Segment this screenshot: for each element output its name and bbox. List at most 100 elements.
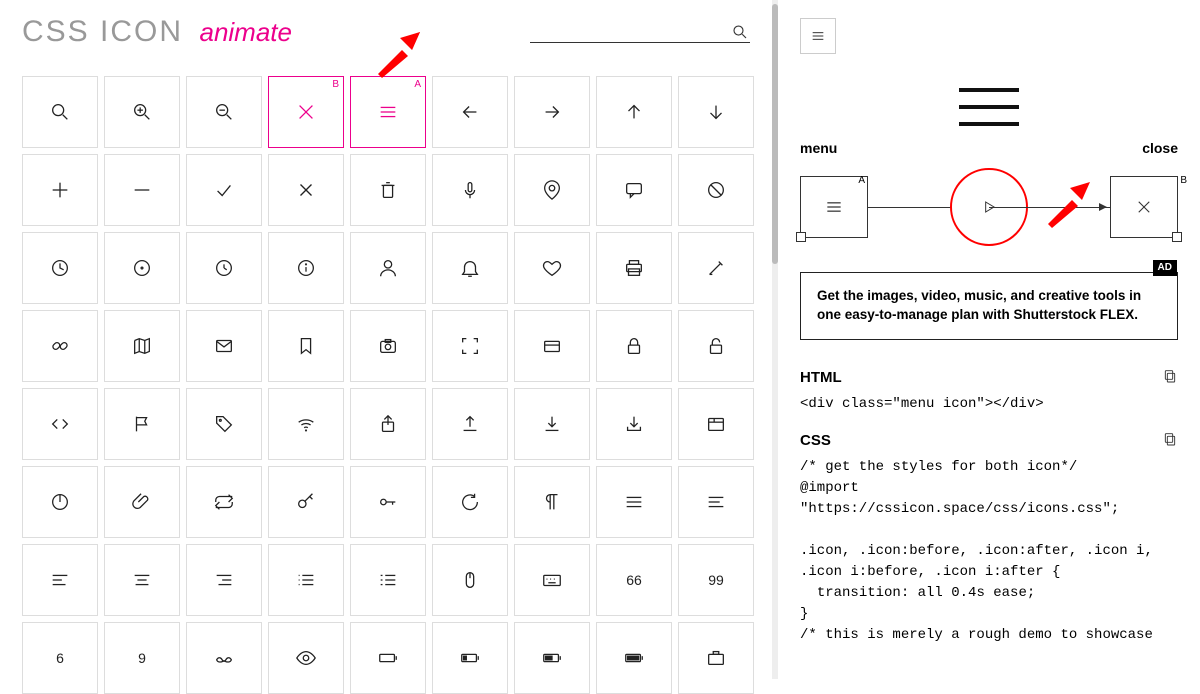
icon-cell-bookmark[interactable]: [268, 310, 344, 382]
icon-cell-align-right[interactable]: [186, 544, 262, 616]
search-field[interactable]: [530, 22, 750, 43]
icon-cell-card[interactable]: [514, 310, 590, 382]
icon-cell-list[interactable]: [268, 544, 344, 616]
tag-icon: [213, 413, 235, 435]
icon-cell-briefcase[interactable]: [678, 622, 754, 694]
icon-cell-tab[interactable]: [678, 388, 754, 460]
icon-cell-pin[interactable]: [514, 154, 590, 226]
icon-cell-share[interactable]: [350, 388, 426, 460]
icon-cell-moustache[interactable]: [186, 622, 262, 694]
icon-cell-close[interactable]: B: [268, 76, 344, 148]
icon-cell-comment[interactable]: [596, 154, 672, 226]
icon-cell-link[interactable]: [22, 310, 98, 382]
search-icon[interactable]: [730, 22, 750, 42]
icon-cell-arrow-down[interactable]: [678, 76, 754, 148]
icon-cell-arrow-right[interactable]: [514, 76, 590, 148]
comment-icon: [623, 179, 645, 201]
icon-cell-battery-mid[interactable]: [514, 622, 590, 694]
icon-cell-battery-low[interactable]: [432, 622, 508, 694]
animate-link[interactable]: animate: [199, 17, 292, 47]
from-icon-box[interactable]: A: [800, 176, 868, 238]
icon-cell-mic[interactable]: [432, 154, 508, 226]
icon-cell-unlock[interactable]: [678, 310, 754, 382]
icon-cell-pilcrow[interactable]: [514, 466, 590, 538]
icon-cell-plus[interactable]: [22, 154, 98, 226]
to-icon-box[interactable]: B: [1110, 176, 1178, 238]
icon-cell-refresh[interactable]: [432, 466, 508, 538]
icon-cell-battery-empty[interactable]: [350, 622, 426, 694]
ad-box[interactable]: AD Get the images, video, music, and cre…: [800, 272, 1178, 340]
icon-cell-tag[interactable]: [186, 388, 262, 460]
icon-cell-watch[interactable]: [186, 232, 262, 304]
icon-cell-lock[interactable]: [596, 310, 672, 382]
icon-cell-info[interactable]: [268, 232, 344, 304]
icon-cell-power[interactable]: [22, 466, 98, 538]
tab-icon: [705, 413, 727, 435]
icon-cell-bell[interactable]: [432, 232, 508, 304]
list-icon: [295, 569, 317, 591]
9-icon: 9: [138, 650, 146, 666]
scrollbar[interactable]: [772, 0, 778, 679]
battery-empty-icon: [377, 647, 399, 669]
icon-cell-zoom-out[interactable]: [186, 76, 262, 148]
annotation-arrow-icon: [1042, 180, 1092, 230]
icon-cell-99[interactable]: 99: [678, 544, 754, 616]
icon-cell-66[interactable]: 66: [596, 544, 672, 616]
copy-html-icon[interactable]: [1162, 368, 1178, 388]
icon-cell-justify[interactable]: [596, 466, 672, 538]
icon-cell-align-center[interactable]: [104, 544, 180, 616]
copy-css-icon[interactable]: [1162, 431, 1178, 451]
heart-icon: [541, 257, 563, 279]
icon-cell-align-left[interactable]: [22, 544, 98, 616]
icon-cell-check[interactable]: [186, 154, 262, 226]
check-icon: [213, 179, 235, 201]
icon-cell-user[interactable]: [350, 232, 426, 304]
panel-menu-button[interactable]: [800, 18, 836, 54]
icon-cell-download-alt[interactable]: [596, 388, 672, 460]
icon-cell-list-alt[interactable]: [350, 544, 426, 616]
icon-cell-6[interactable]: 6: [22, 622, 98, 694]
99-icon: 99: [708, 572, 724, 588]
icon-cell-menu[interactable]: A: [350, 76, 426, 148]
trash-icon: [377, 179, 399, 201]
icon-cell-align[interactable]: [678, 466, 754, 538]
icon-cell-magnify[interactable]: [22, 76, 98, 148]
icon-cell-target[interactable]: [104, 232, 180, 304]
icon-cell-repeat[interactable]: [186, 466, 262, 538]
icon-cell-zoom-in[interactable]: [104, 76, 180, 148]
fullscreen-icon: [459, 335, 481, 357]
icon-cell-x[interactable]: [268, 154, 344, 226]
icon-cell-mouse[interactable]: [432, 544, 508, 616]
icon-cell-camera[interactable]: [350, 310, 426, 382]
icon-cell-ban[interactable]: [678, 154, 754, 226]
search-input[interactable]: [530, 24, 730, 40]
icon-cell-code[interactable]: [22, 388, 98, 460]
icon-cell-arrow-left[interactable]: [432, 76, 508, 148]
eye-icon: [295, 647, 317, 669]
icon-cell-clock[interactable]: [22, 232, 98, 304]
icon-cell-minus[interactable]: [104, 154, 180, 226]
align-left-icon: [49, 569, 71, 591]
icon-cell-printer[interactable]: [596, 232, 672, 304]
icon-cell-heart[interactable]: [514, 232, 590, 304]
wifi-icon: [295, 413, 317, 435]
code-icon: [49, 413, 71, 435]
icon-cell-trash[interactable]: [350, 154, 426, 226]
icon-cell-flag[interactable]: [104, 388, 180, 460]
icon-cell-upload[interactable]: [432, 388, 508, 460]
icon-cell-battery-full[interactable]: [596, 622, 672, 694]
icon-cell-9[interactable]: 9: [104, 622, 180, 694]
icon-cell-key[interactable]: [268, 466, 344, 538]
icon-cell-key-alt[interactable]: [350, 466, 426, 538]
icon-cell-arrow-up[interactable]: [596, 76, 672, 148]
icon-cell-attach[interactable]: [104, 466, 180, 538]
icon-cell-wifi[interactable]: [268, 388, 344, 460]
icon-cell-map[interactable]: [104, 310, 180, 382]
icon-cell-edit[interactable]: [678, 232, 754, 304]
icon-cell-eye[interactable]: [268, 622, 344, 694]
icon-cell-mail[interactable]: [186, 310, 262, 382]
align-icon: [705, 491, 727, 513]
icon-cell-fullscreen[interactable]: [432, 310, 508, 382]
icon-cell-keyboard[interactable]: [514, 544, 590, 616]
icon-cell-download[interactable]: [514, 388, 590, 460]
